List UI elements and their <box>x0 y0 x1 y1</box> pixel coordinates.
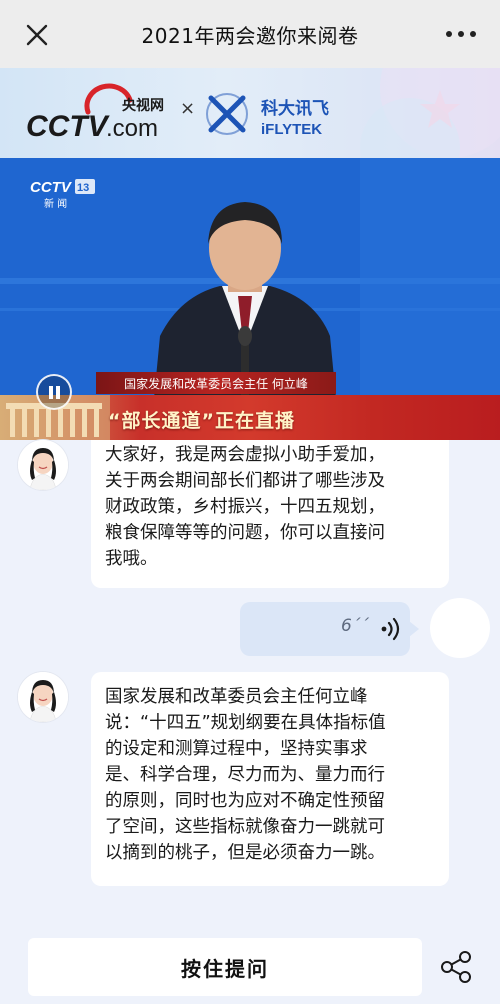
cctv-logo: CCTV 央视网 .com <box>26 83 164 143</box>
pause-button[interactable] <box>36 374 72 410</box>
assistant-avatar <box>18 440 68 490</box>
message-line: 大家好，我是两会虚拟小助手爱加， <box>105 445 385 465</box>
message-line: 粮食保障等等的问题，你可以直接问 <box>105 523 385 543</box>
live-status-text: “部长通道”正在直播 <box>108 410 295 432</box>
message-line: 我哦。 <box>105 549 158 569</box>
voice-duration: 6´´ <box>341 616 369 636</box>
svg-text:iFLYTEK: iFLYTEK <box>261 121 322 138</box>
svg-text:CCTV: CCTV <box>26 110 111 143</box>
message-line: 是、科学合理，尽力而为、量力而行 <box>105 765 385 785</box>
live-video-player[interactable]: CCTV 13 新 闻 国家发展和改革委员会主任 何立峰 “部长通道”正在直播 <box>0 158 500 440</box>
more-dots-icon[interactable] <box>444 22 478 46</box>
message-line: 的设定和测算过程中，坚持实事求 <box>105 739 368 759</box>
assistant-avatar-icon <box>18 672 68 722</box>
svg-text:新 闻: 新 闻 <box>44 197 67 210</box>
message-line: 的原则，同时也为应对不确定性预留 <box>105 791 385 811</box>
speaker-caption-text: 国家发展和改革委员会主任 何立峰 <box>124 377 308 391</box>
message-line: 关于两会期间部长们都讲了哪些涉及 <box>105 471 385 491</box>
nav-bar: 2021年两会邀你来阅卷 <box>0 0 500 68</box>
hold-to-ask-button[interactable]: 按住提问 <box>28 938 422 996</box>
user-voice-message[interactable]: 6´´ <box>240 602 419 656</box>
assistant-message-2: 国家发展和改革委员会主任何立峰 说：“十四五”规划纲要在具体指标值 的设定和测算… <box>91 672 449 886</box>
message-line: 了空间，这些指标就像奋力一跳就可 <box>105 817 385 837</box>
assistant-avatar <box>18 672 68 722</box>
channel-logo: CCTV 13 新 闻 <box>30 179 95 210</box>
iflytek-logo: 科大讯飞 iFLYTEK <box>206 93 329 138</box>
assistant-message-1: 大家好，我是两会虚拟小助手爱加， 关于两会期间部长们都讲了哪些涉及 财政政策，乡… <box>91 440 449 588</box>
brand-separator: × <box>180 98 196 119</box>
voice-wave-icon <box>381 617 400 641</box>
user-avatar <box>430 598 490 658</box>
svg-text:央视网: 央视网 <box>122 97 164 114</box>
message-line: 财政政策，乡村振兴，十四五规划， <box>105 497 385 517</box>
chat-area[interactable]: 大家好，我是两会虚拟小助手爱加， 关于两会期间部长们都讲了哪些涉及 财政政策，乡… <box>0 440 500 930</box>
svg-text:科大讯飞: 科大讯飞 <box>261 98 329 119</box>
svg-text:13: 13 <box>77 182 89 194</box>
share-icon[interactable] <box>437 948 475 986</box>
message-line: 说：“十四五”规划纲要在具体指标值 <box>105 713 386 733</box>
brand-banner: CCTV 央视网 .com × 科大讯飞 iFLYTEK <box>0 68 500 158</box>
message-line: 国家发展和改革委员会主任何立峰 <box>105 687 368 707</box>
speaker-caption: 国家发展和改革委员会主任 何立峰 <box>96 372 336 394</box>
message-line: 以摘到的桃子，但是必须奋力一跳。 <box>105 843 385 863</box>
close-icon[interactable] <box>22 20 52 50</box>
assistant-avatar-icon <box>18 440 68 490</box>
svg-text:.com: .com <box>106 115 158 142</box>
bottom-bar: 按住提问 <box>0 930 500 1004</box>
page-title: 2021年两会邀你来阅卷 <box>141 23 359 48</box>
svg-text:CCTV: CCTV <box>30 179 73 196</box>
